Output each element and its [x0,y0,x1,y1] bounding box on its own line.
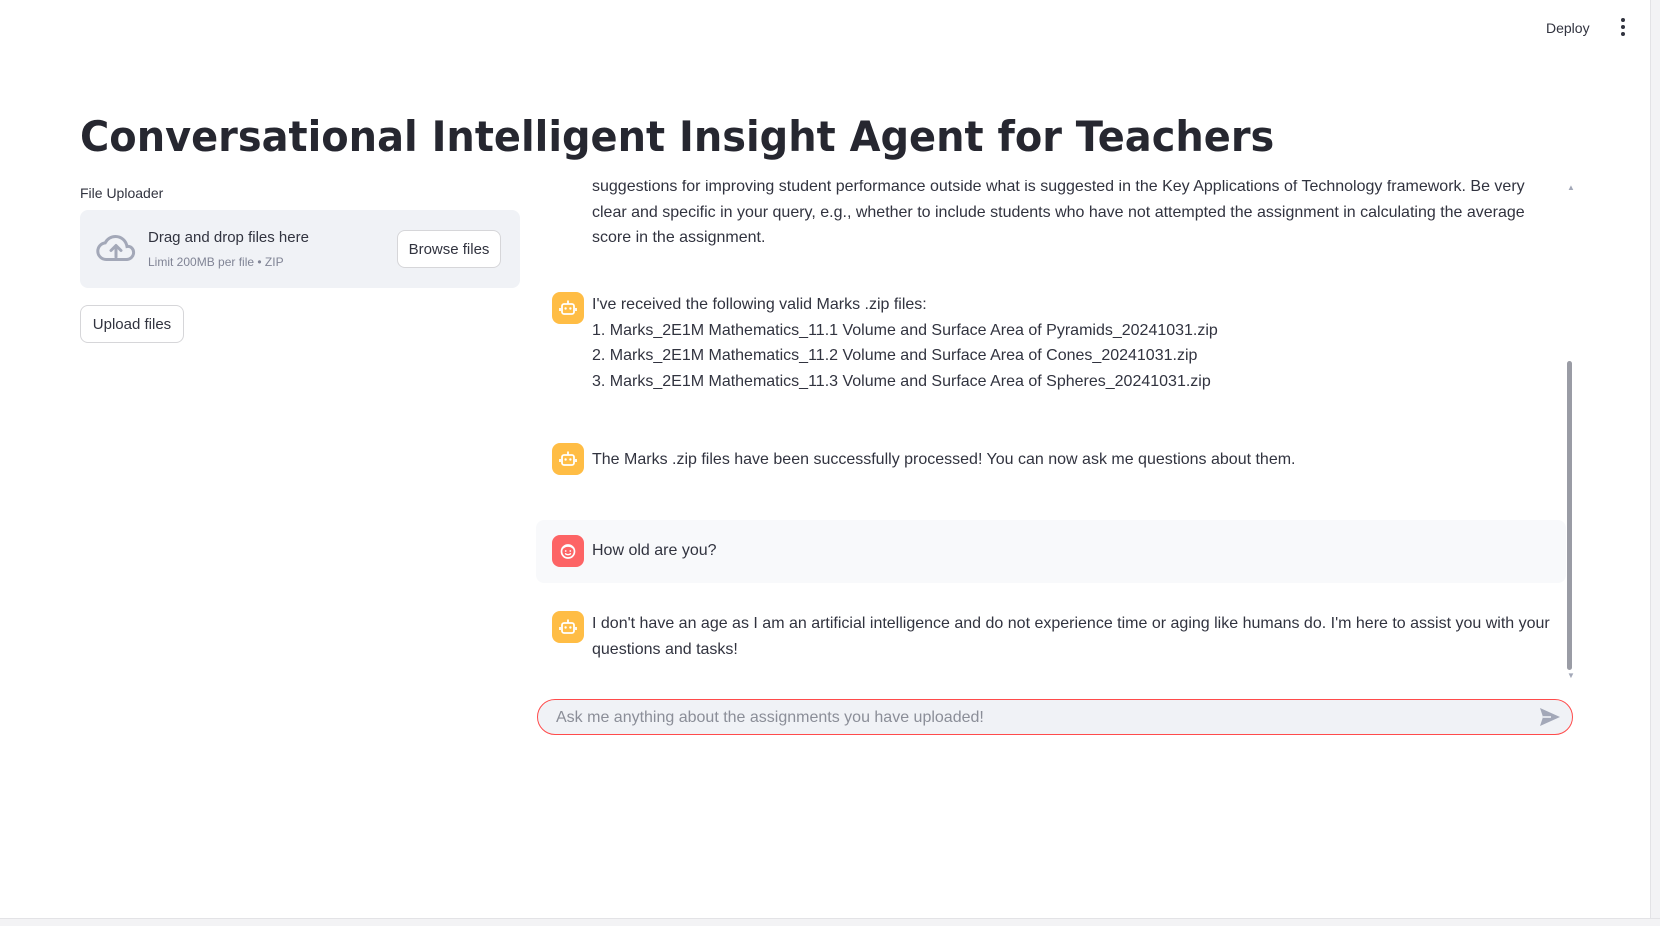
send-icon[interactable] [1538,706,1562,728]
chat-input-container[interactable] [537,699,1573,735]
top-bar: Deploy [0,0,1650,55]
chat-message-assistant: I don't have an age as I am an artificia… [536,611,1566,671]
chat-message-assistant: The Marks .zip files have been successfu… [536,443,1566,483]
file-list-item: 3. Marks_2E1M Mathematics_11.3 Volume an… [592,372,1211,390]
window-edge-right [1650,0,1660,925]
chat-history[interactable]: suggestions for improving student perfor… [536,180,1566,680]
dropzone-limit: Limit 200MB per file • ZIP [148,255,284,269]
browse-files-button[interactable]: Browse files [397,230,501,268]
chat-message-assistant: I've received the following valid Marks … [536,292,1566,402]
robot-icon [552,443,584,475]
message-line: I've received the following valid Marks … [592,296,927,313]
message-text: I don't have an age as I am an artificia… [592,615,1550,658]
cloud-upload-icon [96,234,136,261]
file-list-item: 2. Marks_2E1M Mathematics_11.2 Volume an… [592,347,1198,364]
chat-scrollbar-thumb[interactable] [1567,361,1572,670]
chat-message-user: How old are you? [536,520,1566,583]
page-title: Conversational Intelligent Insight Agent… [80,112,1275,161]
kebab-menu-icon[interactable] [1613,16,1633,38]
scroll-up-arrow-icon[interactable]: ▲ [1567,183,1575,192]
message-text: I've received the following valid Marks … [592,292,1552,394]
file-uploader-label: File Uploader [80,185,164,201]
chat-message-assistant: suggestions for improving student perfor… [536,180,1566,260]
deploy-button[interactable]: Deploy [1540,16,1596,40]
dropzone-instructions: Drag and drop files here [148,229,309,246]
chat-input[interactable] [554,700,1518,735]
scroll-down-arrow-icon[interactable]: ▼ [1567,671,1575,680]
message-text: The Marks .zip files have been successfu… [592,451,1296,468]
message-text: suggestions for improving student perfor… [592,180,1525,246]
file-list-item: 1. Marks_2E1M Mathematics_11.1 Volume an… [592,321,1218,339]
robot-icon [552,292,584,324]
robot-icon [552,611,584,643]
user-face-icon [552,535,584,567]
file-dropzone[interactable]: Drag and drop files here Limit 200MB per… [80,210,520,288]
upload-files-button[interactable]: Upload files [80,305,184,343]
message-text: How old are you? [592,542,717,559]
